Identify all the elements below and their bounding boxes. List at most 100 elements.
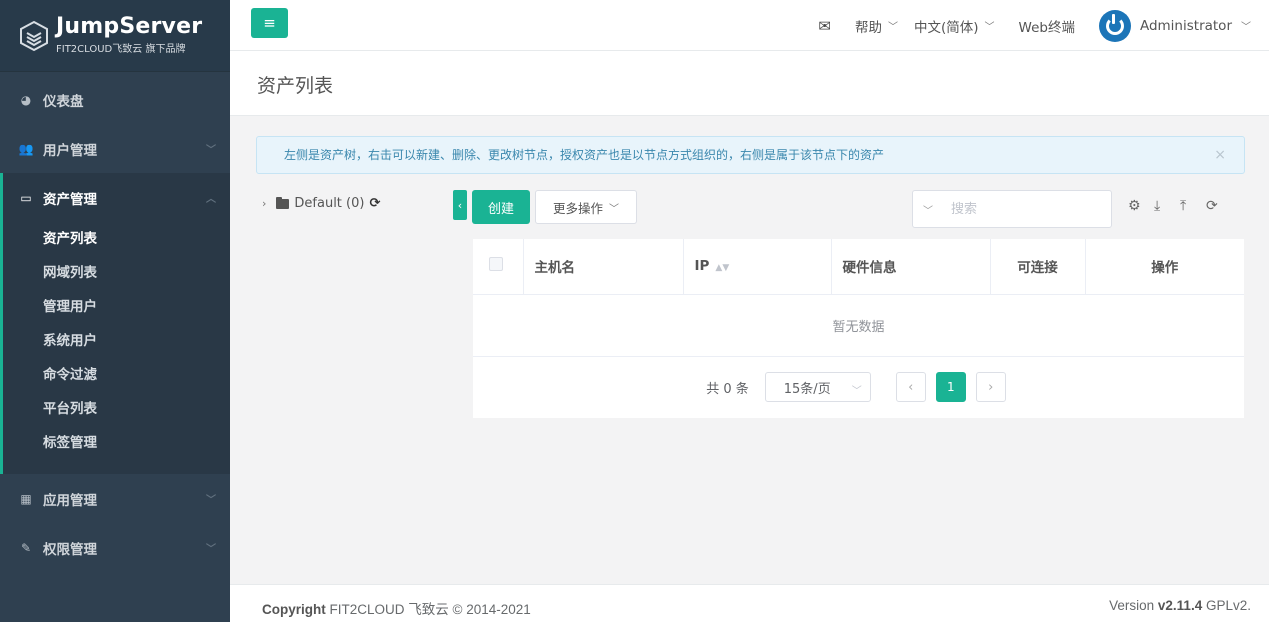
- sidebar-item-label: 资产管理: [43, 191, 97, 208]
- sidebar-subitem-platform-list[interactable]: 平台列表: [3, 392, 230, 426]
- sidebar-item-applications[interactable]: ▦ 应用管理 ﹀: [0, 474, 230, 523]
- copyright-label: Copyright: [262, 602, 326, 617]
- download-icon[interactable]: ⤓: [1154, 198, 1180, 214]
- chevron-right-icon: ›: [988, 379, 994, 395]
- sidebar-subitem-admin-users[interactable]: 管理用户: [3, 290, 230, 324]
- chevron-left-icon: ‹: [908, 379, 914, 395]
- chevron-up-icon: ︿: [206, 194, 216, 205]
- column-ip[interactable]: IP ▲▼: [683, 239, 832, 295]
- search-input[interactable]: [951, 197, 1101, 221]
- version-info: Version v2.11.4 GPLv2.: [1109, 598, 1251, 613]
- refresh-icon[interactable]: ⟳: [1206, 198, 1232, 214]
- assets-subnav: 资产列表 网域列表 管理用户 系统用户 命令过滤 平台列表 标签管理: [3, 222, 230, 474]
- logo[interactable]: JumpServer FIT2CLOUD飞致云 旗下品牌: [0, 0, 230, 72]
- chevron-down-icon: ﹀: [851, 386, 862, 397]
- search-box: ﹀: [912, 190, 1112, 228]
- sidebar-item-assets[interactable]: ▭ 资产管理 ︿: [3, 173, 230, 222]
- dashboard-icon: ◕: [20, 92, 32, 107]
- sidebar-item-dashboard[interactable]: ◕ 仪表盘: [0, 75, 230, 124]
- messages-button[interactable]: ✉: [818, 17, 831, 35]
- chevron-down-icon[interactable]: ﹀: [923, 202, 933, 217]
- web-terminal-link[interactable]: Web终端: [1019, 16, 1075, 36]
- sidebar-item-label: 权限管理: [43, 541, 97, 558]
- chevron-right-icon[interactable]: ›: [262, 197, 266, 210]
- page-size-select[interactable]: 15条/页 ﹀: [764, 372, 871, 402]
- close-icon[interactable]: ×: [1214, 137, 1226, 173]
- sidebar-subitem-domain-list[interactable]: 网域列表: [3, 256, 230, 290]
- column-hostname[interactable]: 主机名: [523, 239, 684, 295]
- logo-title: JumpServer: [56, 14, 203, 39]
- alert-text: 左侧是资产树，右击可以新建、删除、更改树节点，授权资产也是以节点方式组织的，右侧…: [284, 148, 885, 162]
- copyright: Copyright FIT2CLOUD 飞致云 © 2014-2021: [262, 598, 531, 618]
- select-all-column: [473, 239, 524, 295]
- sort-icon[interactable]: ▲▼: [715, 263, 729, 273]
- jumpserver-logo-icon: [20, 20, 48, 51]
- tree-node-default[interactable]: Default (0): [294, 196, 364, 211]
- chevron-down-icon: ﹀: [206, 544, 216, 555]
- sidebar-subitem-system-users[interactable]: 系统用户: [3, 324, 230, 358]
- sidebar-item-permissions[interactable]: ✎ 权限管理 ﹀: [0, 523, 230, 572]
- select-all-checkbox[interactable]: [489, 257, 503, 272]
- help-label: 帮助: [854, 19, 882, 36]
- sidebar-subitem-asset-list[interactable]: 资产列表: [3, 222, 230, 256]
- empty-text: 暂无数据: [473, 294, 1244, 357]
- web-terminal-label: Web终端: [1018, 19, 1075, 36]
- sidebar-toggle-button[interactable]: ≡: [251, 8, 288, 38]
- page-size-label: 15条/页: [783, 381, 831, 397]
- license-text: GPLv2.: [1205, 598, 1251, 613]
- logo-subtitle: FIT2CLOUD飞致云 旗下品牌: [56, 44, 186, 55]
- folder-icon: [276, 196, 290, 209]
- sidebar-item-label: 应用管理: [43, 492, 97, 509]
- tree-collapse-toggle[interactable]: ‹: [453, 190, 467, 220]
- info-alert: 左侧是资产树，右击可以新建、删除、更改树节点，授权资产也是以节点方式组织的，右侧…: [256, 136, 1245, 174]
- user-name: Administrator: [1139, 17, 1232, 34]
- user-dropdown[interactable]: Administrator ﹀: [1098, 9, 1251, 42]
- language-dropdown[interactable]: 中文(简体) ﹀: [914, 16, 995, 36]
- next-page-button[interactable]: ›: [975, 372, 1006, 402]
- table-tools: ⚙ ⤓ ⤒ ⟳: [1128, 198, 1232, 214]
- avatar: [1098, 9, 1131, 42]
- column-actions: 操作: [1085, 239, 1244, 295]
- total-count: 共 0 条: [706, 381, 749, 397]
- column-ip-label: IP: [694, 258, 710, 275]
- settings-icon[interactable]: ⚙: [1128, 198, 1154, 214]
- sidebar-group-assets: ▭ 资产管理 ︿ 资产列表 网域列表 管理用户 系统用户 命令过滤 平台列表 标…: [0, 173, 230, 474]
- create-button[interactable]: 创建: [472, 190, 530, 224]
- asset-tree: › Default (0) ⟳: [262, 196, 380, 211]
- refresh-icon[interactable]: ⟳: [369, 196, 380, 211]
- users-icon: 👥: [18, 141, 34, 156]
- page-button-current[interactable]: 1: [935, 372, 966, 402]
- chevron-left-icon: ‹: [457, 198, 463, 212]
- sidebar-item-users[interactable]: 👥 用户管理 ﹀: [0, 124, 230, 173]
- prev-page-button[interactable]: ‹: [895, 372, 926, 402]
- chevron-down-icon: ﹀: [609, 203, 619, 215]
- more-actions-button[interactable]: 更多操作 ﹀: [535, 190, 637, 224]
- chevron-down-icon: ﹀: [887, 22, 898, 33]
- sidebar-subitem-command-filter[interactable]: 命令过滤: [3, 358, 230, 392]
- sidebar-nav: ◕ 仪表盘 👥 用户管理 ﹀ ▭ 资产管理 ︿ 资产列表 网域列表 管理用户 系…: [0, 75, 230, 572]
- column-connectable[interactable]: 可连接: [990, 239, 1086, 295]
- chevron-down-icon: ﹀: [206, 495, 216, 506]
- inbox-icon: ▭: [20, 190, 32, 205]
- more-actions-label: 更多操作: [552, 200, 603, 216]
- power-icon: [1105, 13, 1124, 35]
- version-number: v2.11.4: [1157, 598, 1203, 613]
- table-empty-row: 暂无数据: [473, 294, 1244, 357]
- sidebar-subitem-label-management[interactable]: 标签管理: [3, 426, 230, 460]
- upload-icon[interactable]: ⤒: [1180, 198, 1206, 214]
- help-dropdown[interactable]: 帮助 ﹀: [855, 16, 898, 36]
- chevron-down-icon: ﹀: [984, 22, 995, 33]
- version-label: Version: [1109, 598, 1155, 613]
- mail-icon: ✉: [818, 16, 831, 35]
- column-hardware[interactable]: 硬件信息: [831, 239, 991, 295]
- pagination: 共 0 条 15条/页 ﹀ ‹ 1 ›: [473, 356, 1244, 418]
- edit-icon: ✎: [20, 540, 32, 555]
- page-title: 资产列表: [257, 75, 334, 97]
- top-navbar: ≡ ✉ 帮助 ﹀ 中文(简体) ﹀ Web终端 Administrator ﹀: [230, 0, 1269, 51]
- page-heading: 资产列表: [230, 51, 1269, 116]
- sidebar-item-label: 仪表盘: [43, 93, 84, 110]
- language-label: 中文(简体): [913, 19, 979, 36]
- hamburger-icon: ≡: [263, 14, 276, 32]
- copyright-text: FIT2CLOUD 飞致云 © 2014-2021: [329, 602, 531, 617]
- footer: Copyright FIT2CLOUD 飞致云 © 2014-2021 Vers…: [230, 584, 1269, 622]
